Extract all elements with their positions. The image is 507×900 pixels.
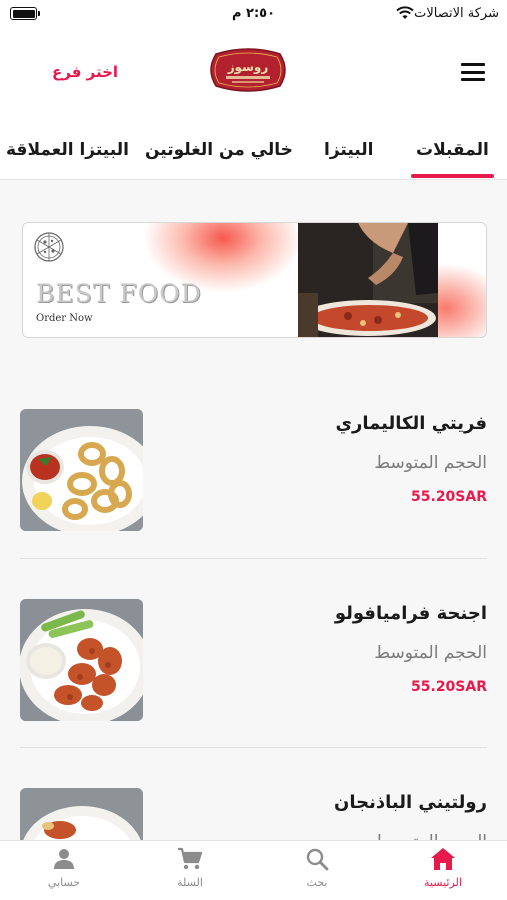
brand-logo: روسوز [210, 48, 286, 92]
app-header: اختر فرع روسوز [0, 30, 507, 122]
promo-banner[interactable]: BEST FOOD Order Now [22, 222, 487, 338]
status-bar: ٢:٥٠ م شركة الاتصالات [0, 0, 507, 30]
divider [20, 558, 487, 559]
wifi-icon [396, 6, 414, 19]
carrier-name: شركة الاتصالات [414, 6, 499, 21]
choose-branch-button[interactable]: اختر فرع [52, 63, 118, 81]
nav-search[interactable]: بحث [272, 847, 362, 889]
nav-label: السلة [177, 876, 203, 889]
home-icon [431, 848, 455, 870]
list-item[interactable]: فريتي الكاليماري الحجم المتوسط 55.20SAR [20, 409, 487, 533]
nav-cart[interactable]: السلة [145, 847, 235, 889]
item-size: الحجم المتوسط [374, 643, 487, 663]
nav-home[interactable]: الرئيسية [398, 847, 488, 889]
bottom-navigation: حسابي السلة بحث الرئيسية [0, 840, 507, 900]
item-name: رولتيني الباذنجان [334, 792, 487, 813]
item-name: اجنحة فراميافولو [334, 603, 487, 624]
wings-photo [20, 599, 143, 721]
pizza-slice-icon [34, 232, 64, 262]
nav-label: بحث [306, 876, 328, 889]
list-item[interactable]: اجنحة فراميافولو الحجم المتوسط 55.20SAR [20, 599, 487, 723]
divider [20, 747, 487, 748]
tab-giant-pizza[interactable]: البيتزا العملاقة [6, 140, 129, 160]
chef-pizza-photo [298, 223, 438, 337]
item-price: 55.20SAR [411, 489, 487, 505]
nav-label: حسابي [47, 876, 81, 889]
hamburger-menu-icon[interactable] [461, 63, 485, 81]
logo-text: روسوز [227, 60, 269, 75]
person-icon [54, 849, 74, 869]
search-icon [306, 848, 329, 871]
category-tabs: البيتزا العملاقة خالي من الغلوتين البيتز… [0, 122, 507, 180]
tab-pizza[interactable]: البيتزا [324, 140, 373, 160]
item-price: 55.20SAR [411, 679, 487, 695]
calamari-photo [20, 409, 143, 531]
nav-label: الرئيسية [424, 876, 462, 889]
item-size: الحجم المتوسط [374, 453, 487, 473]
item-name: فريتي الكاليماري [335, 413, 487, 434]
cart-icon [178, 847, 203, 870]
nav-account[interactable]: حسابي [19, 847, 109, 889]
banner-subtitle: Order Now [36, 313, 93, 324]
tab-gluten-free[interactable]: خالي من الغلوتين [145, 140, 293, 160]
tab-appetizers[interactable]: المقبلات [411, 140, 494, 178]
banner-title: BEST FOOD [36, 279, 202, 308]
